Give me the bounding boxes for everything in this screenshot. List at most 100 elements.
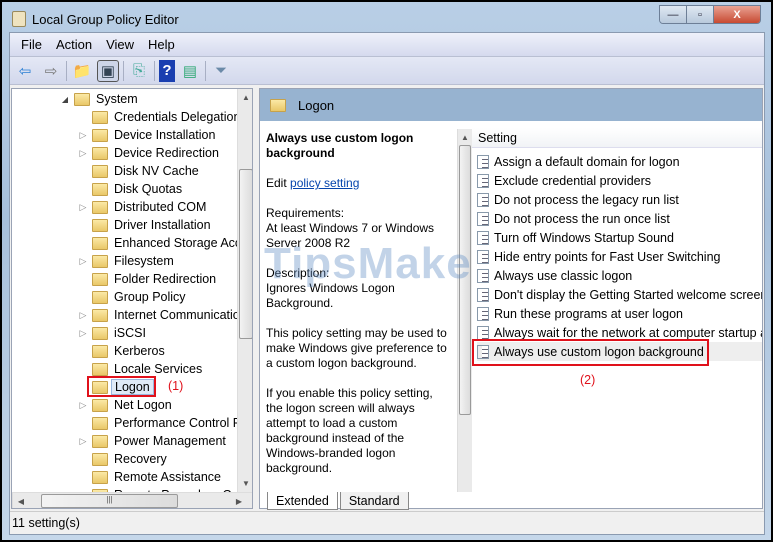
expand-icon[interactable]: ▷ [78, 256, 88, 267]
collapse-icon[interactable]: ◢ [60, 95, 70, 104]
tree-item[interactable]: Performance Control Pa [92, 414, 248, 432]
setting-row[interactable]: Turn off Windows Startup Sound [477, 228, 762, 247]
policy-setting-icon [477, 154, 489, 169]
scroll-thumb[interactable] [459, 145, 471, 415]
tree-item[interactable]: ▷ Filesystem [80, 252, 174, 270]
tree-item-label: Internet Communicatio [114, 308, 240, 322]
column-header-setting[interactable]: Setting [472, 128, 762, 148]
folder-icon [92, 290, 108, 304]
menu-file[interactable]: File [14, 37, 49, 52]
tree-item[interactable]: ▷ iSCSI [80, 324, 146, 342]
tree-item[interactable]: Disk Quotas [92, 180, 182, 198]
folder-icon [92, 272, 108, 286]
expand-icon[interactable]: ▷ [78, 310, 88, 321]
tree-item[interactable]: Remote Assistance [92, 468, 221, 486]
scroll-up-icon[interactable]: ▲ [238, 93, 252, 102]
forward-icon[interactable]: ⇨ [40, 60, 62, 82]
tree-item[interactable]: Recovery [92, 450, 167, 468]
folder-icon [92, 344, 108, 358]
tree-item-label: Recovery [114, 452, 167, 466]
tree-item-label: Folder Redirection [114, 272, 217, 286]
menu-help[interactable]: Help [141, 37, 182, 52]
scroll-right-icon[interactable]: ▶ [231, 497, 247, 506]
show-action-pane-icon[interactable]: ▤ [179, 60, 201, 82]
extended-description: Always use custom logon background Edit … [266, 131, 451, 491]
tab-extended[interactable]: Extended [267, 492, 338, 510]
folder-icon [92, 110, 108, 124]
window: Local Group Policy Editor — ▫ X File Acti… [0, 0, 773, 542]
tree-item[interactable]: Group Policy [92, 288, 186, 306]
scroll-thumb[interactable]: ||| [41, 494, 178, 508]
tree-vertical-scrollbar[interactable]: ▲ ▼ [237, 89, 252, 492]
expand-icon[interactable]: ▷ [78, 436, 88, 447]
folder-icon [92, 416, 108, 430]
folder-icon [92, 182, 108, 196]
folder-icon [92, 146, 108, 160]
close-button[interactable]: X [714, 6, 760, 23]
tree-item[interactable]: Enhanced Storage Acce [92, 234, 248, 252]
filter-icon[interactable]: ⏷ [210, 60, 232, 82]
tree-item-label: Disk Quotas [114, 182, 183, 196]
setting-row[interactable]: Do not process the run once list [477, 209, 762, 228]
setting-row[interactable]: Run these programs at user logon [477, 304, 762, 323]
tree-item[interactable]: ▷ Distributed COM [80, 198, 207, 216]
scroll-thumb[interactable] [239, 169, 252, 339]
setting-row[interactable]: Don't display the Getting Started welcom… [477, 285, 762, 304]
tree-item[interactable]: ▷ Device Redirection [80, 144, 219, 162]
setting-row[interactable]: Assign a default domain for logon [477, 152, 762, 171]
menu-action[interactable]: Action [49, 37, 99, 52]
tree-item[interactable]: ▷ Device Installation [80, 126, 216, 144]
tree-item-label: Credentials Delegation [114, 110, 241, 124]
policy-setting-link[interactable]: policy setting [290, 176, 359, 190]
tree-item[interactable]: ▷ Internet Communicatio [80, 306, 240, 324]
minimize-button[interactable]: — [660, 6, 687, 23]
tree-pane: Remote Procedure CallRemote AssistanceRe… [11, 88, 253, 509]
setting-row[interactable]: Always use classic logon [477, 266, 762, 285]
setting-label: Turn off Windows Startup Sound [494, 230, 674, 245]
tree-item-label: Enhanced Storage Acce [114, 236, 249, 250]
status-bar: 11 setting(s) [10, 511, 764, 533]
policy-setting-icon [477, 306, 489, 321]
policy-title: Always use custom logon background [266, 131, 414, 160]
tree-item-label: Device Redirection [114, 146, 219, 160]
tree-item-label: Net Logon [114, 398, 172, 412]
setting-label: Don't display the Getting Started welcom… [494, 287, 762, 302]
expand-icon[interactable]: ▷ [78, 328, 88, 339]
tree-item[interactable]: Kerberos [92, 342, 165, 360]
help-icon[interactable]: ? [159, 59, 175, 82]
tree-item[interactable]: Disk NV Cache [92, 162, 199, 180]
maximize-button[interactable]: ▫ [687, 6, 714, 23]
description-scrollbar[interactable]: ▲ [457, 129, 472, 492]
folder-icon [92, 236, 108, 250]
setting-label: Always wait for the network at computer … [494, 325, 762, 340]
setting-row[interactable]: Hide entry points for Fast User Switchin… [477, 247, 762, 266]
title-bar: Local Group Policy Editor [12, 9, 179, 29]
tree-item[interactable]: ▷ Net Logon [80, 396, 172, 414]
tree-item[interactable]: Credentials Delegation [92, 108, 240, 126]
tab-standard[interactable]: Standard [339, 492, 409, 510]
expand-icon[interactable]: ▷ [78, 148, 88, 159]
folder-icon [92, 362, 108, 376]
folder-icon [92, 434, 108, 448]
scroll-up-icon[interactable]: ▲ [458, 133, 472, 142]
setting-row[interactable]: Do not process the legacy run list [477, 190, 762, 209]
tree-item-system[interactable]: ◢ System [62, 90, 138, 108]
setting-row[interactable]: Exclude credential providers [477, 171, 762, 190]
folder-icon [92, 398, 108, 412]
export-list-icon[interactable]: ⎘ [128, 60, 150, 82]
tree-item[interactable]: Folder Redirection [92, 270, 216, 288]
tree-item[interactable]: Driver Installation [92, 216, 211, 234]
show-hide-tree-icon[interactable]: ▣ [97, 59, 119, 82]
back-icon[interactable]: ⇦ [14, 60, 36, 82]
requirements: Requirements: At least Windows 7 or Wind… [266, 206, 435, 250]
annotation-1: (1) [168, 379, 184, 393]
tree-item[interactable]: ▷ Power Management [80, 432, 226, 450]
expand-icon[interactable]: ▷ [78, 130, 88, 141]
expand-icon[interactable]: ▷ [78, 400, 88, 411]
scroll-down-icon[interactable]: ▼ [238, 479, 252, 488]
expand-icon[interactable]: ▷ [78, 202, 88, 213]
tree-horizontal-scrollbar[interactable]: ◀ ||| ▶ [12, 492, 252, 508]
up-folder-icon[interactable]: 📁 [71, 60, 93, 82]
scroll-left-icon[interactable]: ◀ [13, 497, 29, 506]
menu-view[interactable]: View [99, 37, 141, 52]
